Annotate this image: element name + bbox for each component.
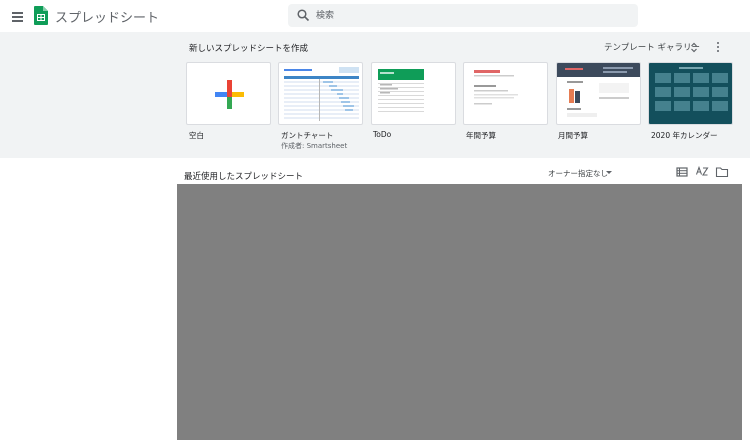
more-options-icon[interactable] [713,41,723,53]
annual-budget-thumbnail [474,70,518,105]
todo-thumbnail [378,69,424,112]
template-label-blank[interactable]: 空白 [189,130,204,141]
sheets-logo-icon[interactable] [34,6,48,25]
template-gallery-button[interactable]: テンプレート ギャラリー [604,41,700,53]
sort-az-icon[interactable] [695,166,709,178]
search-bar[interactable] [288,4,638,27]
template-card-blank[interactable] [186,62,271,125]
recent-heading: 最近使用したスプレッドシート [184,172,304,182]
template-card-gantt[interactable] [278,62,363,125]
recent-files-area [177,184,742,440]
template-label-annual-budget[interactable]: 年間予算 [466,130,496,141]
template-heading: 新しいスプレッドシートを作成 [189,44,309,54]
folder-icon[interactable] [715,166,729,178]
gantt-thumbnail [284,67,359,121]
template-label-calendar[interactable]: 2020 年カレンダー [651,130,717,141]
template-label-monthly-budget[interactable]: 月間予算 [558,130,588,141]
search-input[interactable] [316,7,616,24]
template-label-todo[interactable]: ToDo [373,130,391,139]
owner-filter-dropdown[interactable]: オーナー指定なし [548,168,608,179]
template-band: 新しいスプレッドシートを作成 テンプレート ギャラリー 空白 ガントチャート 作… [0,32,750,158]
plus-icon [215,80,244,109]
template-card-annual-budget[interactable] [463,62,548,125]
template-card-todo[interactable] [371,62,456,125]
app-title[interactable]: スプレッドシート [55,7,159,26]
template-label-gantt[interactable]: ガントチャート [281,130,333,141]
template-author-gantt: 作成者: Smartsheet [281,142,348,150]
dropdown-caret-icon[interactable] [606,171,612,174]
calendar-thumbnail [649,63,732,124]
monthly-budget-thumbnail [557,63,640,117]
list-view-icon[interactable] [675,166,689,178]
hamburger-menu-icon[interactable] [8,6,28,26]
unfold-icon[interactable] [690,42,698,53]
search-icon[interactable] [297,9,310,22]
top-bar: スプレッドシート [0,0,750,32]
template-card-calendar[interactable] [648,62,733,125]
template-card-monthly-budget[interactable] [556,62,641,125]
